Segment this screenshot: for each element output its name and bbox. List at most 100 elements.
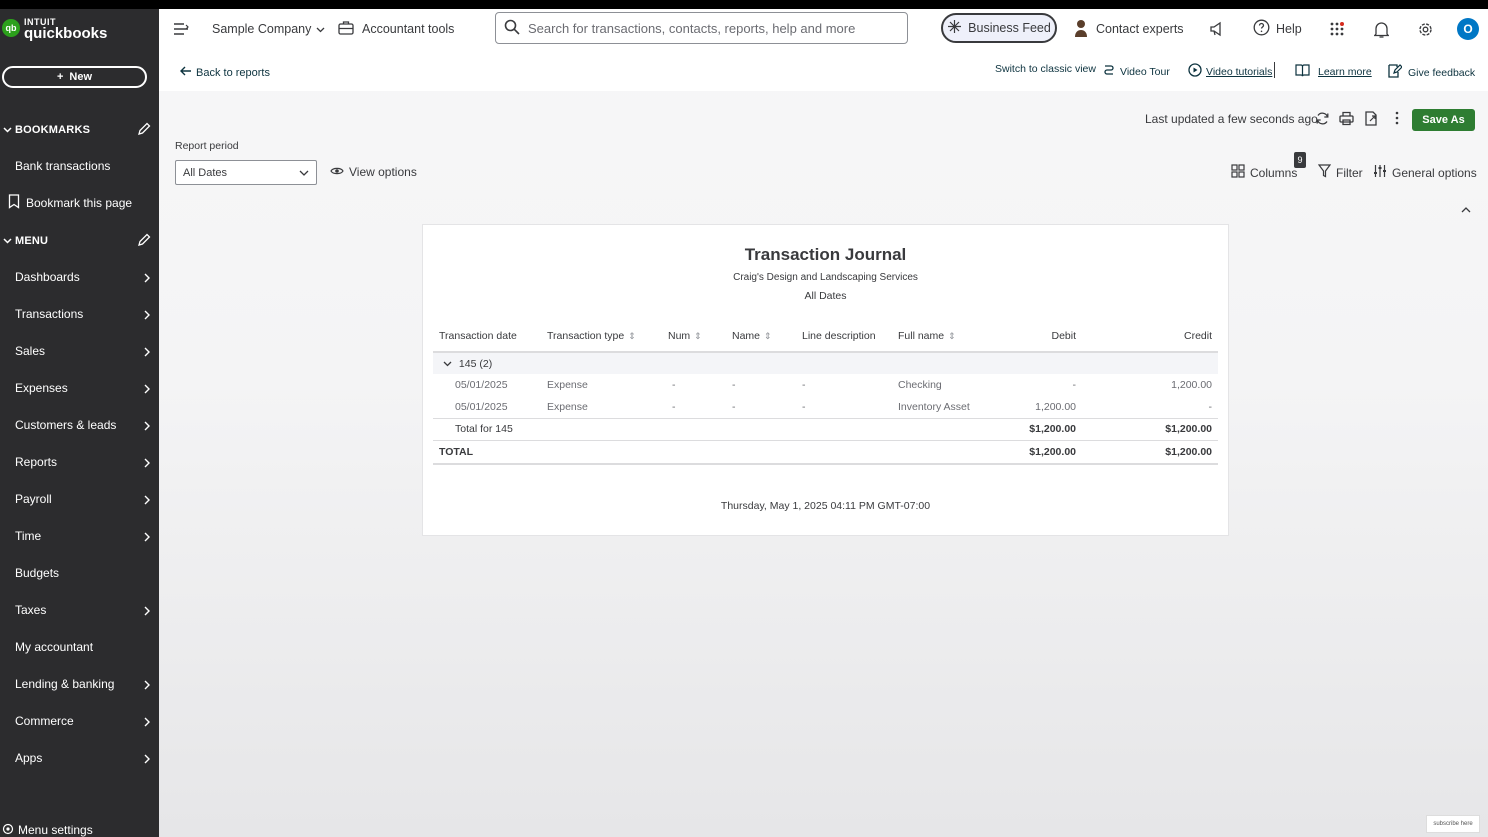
column-header-debit[interactable]: Debit [992, 320, 1082, 353]
report-title: Transaction Journal [744, 245, 907, 264]
chevron-right-icon [144, 605, 150, 619]
feedback-icon [1387, 63, 1403, 82]
sidebar-item-transactions[interactable]: Transactions [0, 299, 159, 329]
sidebar-item-customers-leads[interactable]: Customers & leads [0, 410, 159, 440]
give-feedback-link[interactable]: Give feedback [1387, 63, 1475, 82]
sparkle-icon [947, 19, 962, 37]
sidebar-item-taxes[interactable]: Taxes [0, 595, 159, 625]
switch-classic-view-link[interactable]: Switch to classic view [995, 63, 1096, 75]
sidebar-item-expenses[interactable]: Expenses [0, 373, 159, 403]
bookmark-bank-transactions[interactable]: Bank transactions [0, 151, 159, 181]
nav-item-label: Dashboards [15, 270, 80, 284]
gear-icon [2, 823, 14, 837]
cell-full-name: Inventory Asset [898, 400, 970, 413]
quickbooks-logo[interactable]: qb INTUIT quickbooks [2, 17, 107, 41]
save-as-button[interactable]: Save As [1412, 109, 1475, 131]
nav-item-label: Time [15, 529, 42, 543]
help-label: Help [1276, 22, 1302, 36]
nav-item-label: Bookmark this page [26, 196, 133, 210]
chevron-down-icon[interactable] [443, 358, 452, 370]
table-row[interactable]: 05/01/2025 Expense - - - Checking - 1,20… [433, 374, 1218, 396]
business-feed-button[interactable]: Business Feed [941, 13, 1057, 43]
help-button[interactable]: Help [1253, 9, 1302, 49]
learn-more-link[interactable]: Learn more [1295, 63, 1372, 80]
nav-item-label: Lending & banking [15, 677, 115, 691]
group-row[interactable]: 145 (2) [433, 352, 1218, 374]
menu-settings-link[interactable]: Menu settings [2, 823, 93, 837]
general-options-button[interactable]: General options [1373, 164, 1477, 181]
contact-experts-label: Contact experts [1096, 22, 1184, 36]
notifications-bell-icon[interactable] [1370, 18, 1392, 40]
avatar-letter: O [1463, 22, 1473, 36]
eye-icon [330, 165, 344, 179]
sidebar-item-my-accountant[interactable]: My accountant [0, 632, 159, 662]
bookmarks-section-header[interactable]: BOOKMARKS [0, 120, 159, 140]
sidebar-item-sales[interactable]: Sales [0, 336, 159, 366]
sidebar-item-commerce[interactable]: Commerce [0, 706, 159, 736]
cell-name: - [732, 379, 736, 391]
column-header-name[interactable]: Name ⇕ [726, 320, 796, 353]
cell-description: - [802, 379, 806, 391]
export-icon[interactable] [1360, 107, 1382, 129]
sidebar-item-payroll[interactable]: Payroll [0, 484, 159, 514]
sidebar-item-dashboards[interactable]: Dashboards [0, 262, 159, 292]
sidebar-item-apps[interactable]: Apps [0, 743, 159, 773]
report-period-subtitle: All Dates [804, 290, 847, 302]
report-sub-header: Back to reports Switch to classic view V… [159, 49, 1488, 91]
report-company-name: Craig's Design and Landscaping Services [733, 272, 918, 283]
sort-icon: ⇕ [948, 330, 956, 341]
sliders-icon [1373, 164, 1387, 181]
filter-button[interactable]: Filter [1317, 164, 1363, 181]
apps-grid-icon[interactable] [1326, 18, 1348, 40]
back-to-reports-link[interactable]: Back to reports [180, 66, 270, 79]
chevron-down-icon [316, 22, 325, 36]
column-header-full-name[interactable]: Full name ⇕ [892, 320, 992, 353]
refresh-icon[interactable] [1311, 107, 1333, 129]
company-switcher[interactable]: Sample Company [212, 9, 325, 49]
column-header-credit[interactable]: Credit [1082, 320, 1218, 353]
hamburger-menu-icon[interactable] [173, 9, 189, 49]
give-feedback-label: Give feedback [1408, 66, 1476, 79]
subscribe-overlay[interactable]: subscribe here [1426, 815, 1480, 833]
sidebar-item-budgets[interactable]: Budgets [0, 558, 159, 588]
nav-item-label: Taxes [15, 603, 47, 617]
user-avatar[interactable]: O [1457, 18, 1479, 40]
total-row: TOTAL $1,200.00 $1,200.00 [433, 439, 1218, 465]
more-options-icon[interactable] [1386, 107, 1408, 129]
table-row[interactable]: 05/01/2025 Expense - - - Inventory Asset… [433, 396, 1218, 418]
subtotal-credit: $1,200.00 [1082, 417, 1218, 440]
column-header-line-description[interactable]: Line description [796, 320, 892, 353]
sidebar-item-lending-banking[interactable]: Lending & banking [0, 669, 159, 699]
collapse-chevron-up-icon[interactable] [1461, 200, 1471, 218]
nav-item-label: Commerce [15, 714, 74, 728]
sidebar-item-reports[interactable]: Reports [0, 447, 159, 477]
new-button[interactable]: + New [2, 66, 147, 88]
arrow-left-icon [180, 66, 192, 79]
subtotal-debit: $1,200.00 [992, 417, 1082, 440]
column-header-num[interactable]: Num ⇕ [662, 320, 726, 353]
settings-gear-icon[interactable] [1414, 18, 1436, 40]
sort-icon: ⇕ [764, 330, 772, 341]
video-tour-link[interactable]: Video Tour [1102, 63, 1170, 80]
column-header-transaction-date[interactable]: Transaction date [433, 320, 541, 353]
column-header-transaction-type[interactable]: Transaction type ⇕ [541, 320, 662, 353]
sidebar-item-time[interactable]: Time [0, 521, 159, 551]
global-search-input[interactable]: Search for transactions, contacts, repor… [495, 12, 908, 44]
cell-credit: - [1208, 400, 1213, 413]
chevron-down-icon [299, 167, 309, 179]
accountant-tools-button[interactable]: Accountant tools [338, 9, 454, 49]
edit-bookmarks-pencil-icon[interactable] [137, 122, 151, 139]
bookmark-this-page[interactable]: Bookmark this page [0, 188, 159, 218]
chevron-right-icon [144, 309, 150, 323]
columns-button[interactable]: Columns [1231, 164, 1297, 181]
view-options-button[interactable]: View options [330, 165, 417, 179]
video-tutorials-link[interactable]: Video tutorials [1188, 63, 1272, 80]
edit-menu-pencil-icon[interactable] [137, 233, 151, 250]
print-icon[interactable] [1335, 107, 1357, 129]
report-period-select[interactable]: All Dates [175, 160, 317, 185]
bookmarks-title: BOOKMARKS [15, 124, 91, 136]
megaphone-icon[interactable] [1206, 18, 1228, 40]
total-label: TOTAL [433, 439, 992, 465]
menu-section-header[interactable]: MENU [0, 231, 159, 251]
contact-experts-button[interactable]: Contact experts [1073, 9, 1184, 49]
